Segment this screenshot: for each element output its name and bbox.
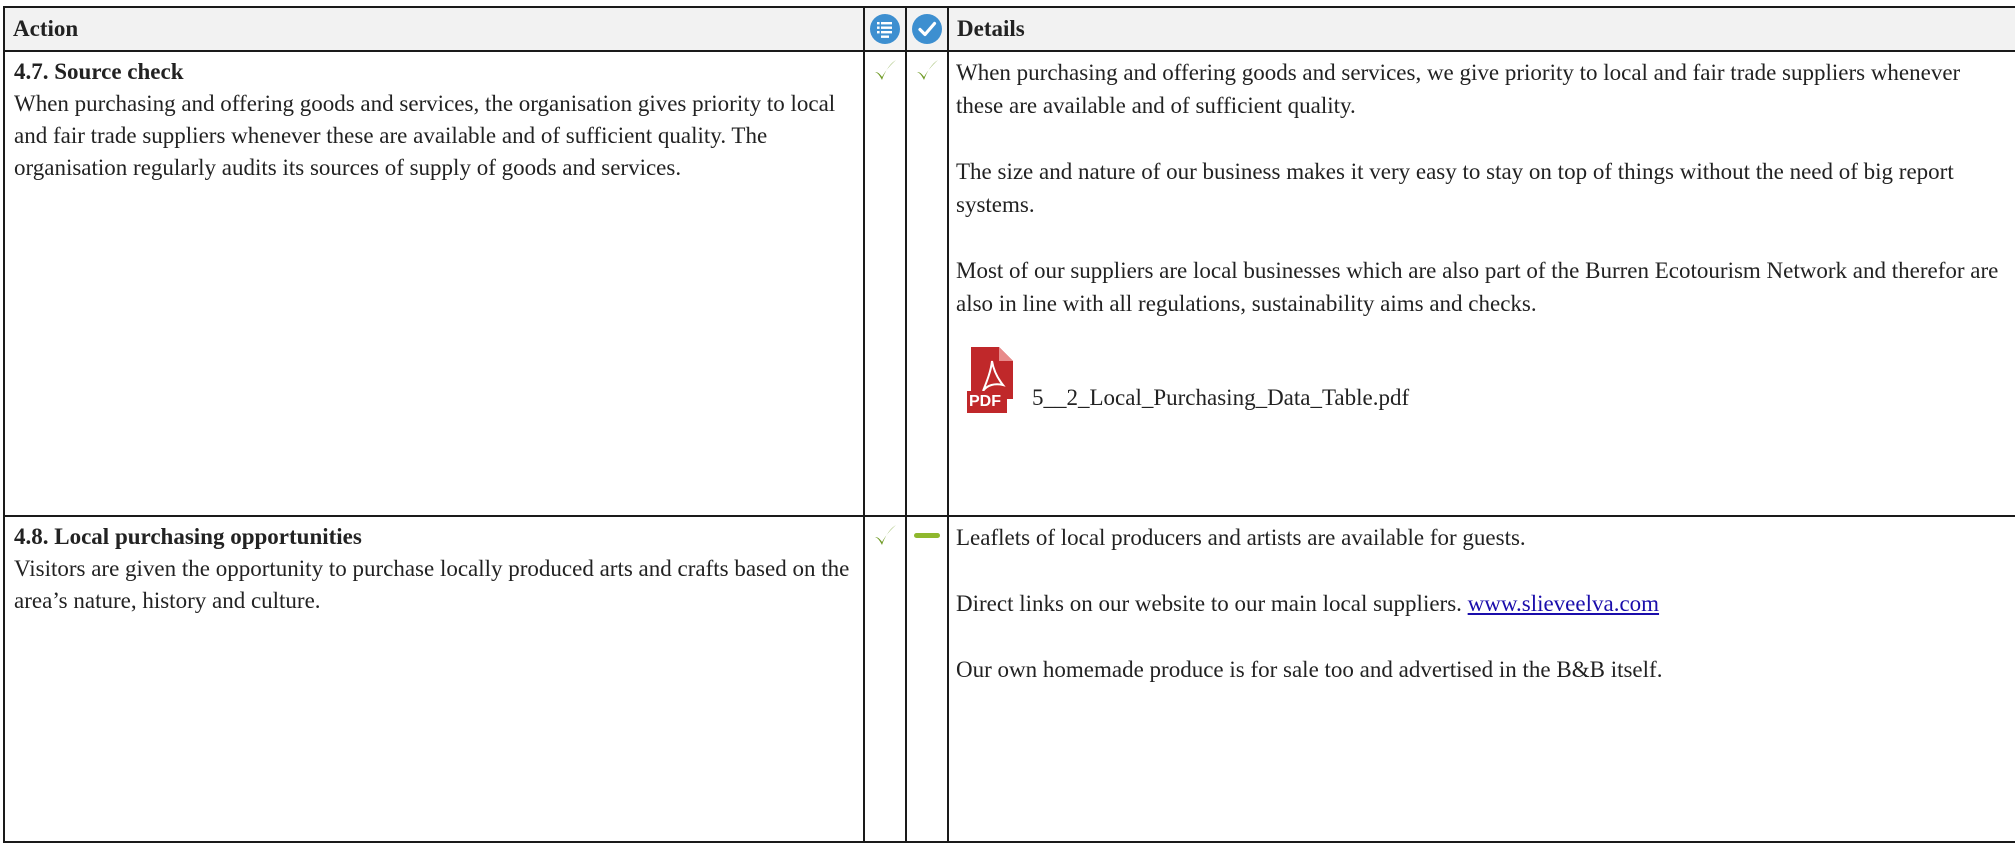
icon-column-header-1: [863, 6, 907, 52]
action-description: When purchasing and offering goods and s…: [14, 91, 836, 180]
pdf-file-icon: PDF: [965, 345, 1019, 415]
action-description: Visitors are given the opportunity to pu…: [14, 556, 850, 613]
table-row: 4.7. Source check When purchasing and of…: [3, 50, 2015, 517]
website-link[interactable]: www.slieveelva.com: [1468, 591, 1659, 616]
details-text: Direct links on our website to our main …: [956, 591, 1468, 616]
status-cell-1: [863, 50, 907, 517]
details-paragraph: When purchasing and offering goods and s…: [956, 60, 1961, 118]
status-cell-2: [905, 50, 949, 517]
checkmark-icon: [917, 60, 938, 80]
details-cell: Leaflets of local producers and artists …: [947, 515, 2015, 843]
check-icon: [912, 14, 942, 44]
action-cell: 4.8. Local purchasing opportunities Visi…: [3, 515, 865, 843]
details-paragraph: Most of our suppliers are local business…: [956, 258, 1999, 316]
details-cell: When purchasing and offering goods and s…: [947, 50, 2015, 517]
details-paragraph: Direct links on our website to our main …: [956, 587, 2007, 620]
icon-column-header-2: [905, 6, 949, 52]
audit-table: Action Details 4.7. Source check When pu…: [3, 6, 2015, 843]
checkmark-icon: [875, 60, 896, 80]
pdf-attachment[interactable]: PDF 5__2_Local_Purchasing_Data_Table.pdf: [956, 345, 2007, 415]
header-row: Action Details: [3, 6, 2015, 52]
status-cell-2: [905, 515, 949, 843]
table-row: 4.8. Local purchasing opportunities Visi…: [3, 515, 2015, 843]
checkmark-icon: [875, 525, 896, 545]
action-column-header: Action: [3, 6, 865, 52]
attachment-filename[interactable]: 5__2_Local_Purchasing_Data_Table.pdf: [1032, 381, 1409, 414]
details-paragraph: Our own homemade produce is for sale too…: [956, 657, 1663, 682]
dash-icon: [914, 533, 940, 538]
action-title: 4.8. Local purchasing opportunities: [14, 524, 362, 549]
action-cell: 4.7. Source check When purchasing and of…: [3, 50, 865, 517]
status-cell-1: [863, 515, 907, 843]
action-title: 4.7. Source check: [14, 59, 184, 84]
list-icon: [870, 14, 900, 44]
details-paragraph: Leaflets of local producers and artists …: [956, 525, 1526, 550]
details-paragraph: The size and nature of our business make…: [956, 159, 1954, 217]
pdf-icon-label: PDF: [969, 393, 1001, 410]
details-column-header: Details: [947, 6, 2015, 52]
